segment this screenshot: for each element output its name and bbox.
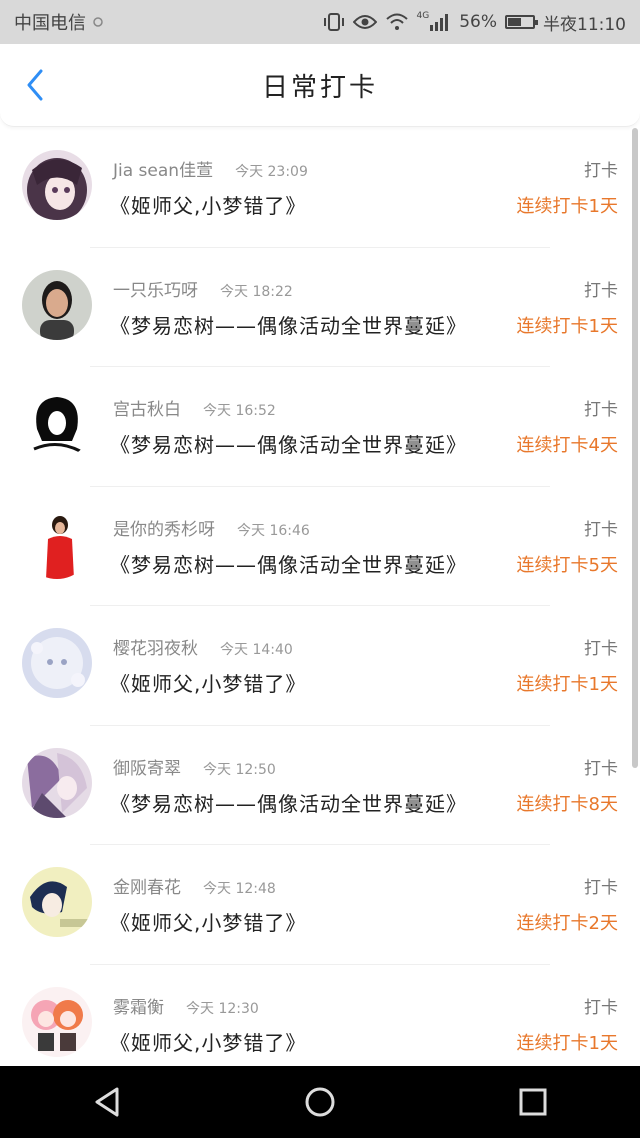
- user-name: 雾霜衡: [113, 997, 164, 1018]
- name-line: 雾霜衡 今天 12:30: [113, 993, 259, 1018]
- list-item[interactable]: 宫古秋白 今天 16:52 打卡 《梦易恋树——偶像活动全世界蔓延》 连续打卡4…: [0, 367, 640, 487]
- status-bar: 中国电信 4G 56% 半夜11:10: [0, 0, 640, 44]
- checkin-action-label: 打卡: [584, 639, 618, 659]
- book-title: 《梦易恋树——偶像活动全世界蔓延》: [110, 313, 467, 338]
- user-name: 御阪寄翠: [113, 758, 181, 779]
- checkin-action-label: 打卡: [584, 161, 618, 181]
- wifi-icon: [385, 13, 409, 31]
- checkin-action-label: 打卡: [584, 519, 618, 540]
- name-line: 金刚春花 今天 12:48: [113, 873, 276, 898]
- book-title: 《梦易恋树——偶像活动全世界蔓延》: [110, 433, 467, 457]
- nav-recents-button[interactable]: [503, 1072, 563, 1132]
- system-nav-bar: [0, 1066, 640, 1138]
- nav-back-button[interactable]: [77, 1072, 137, 1132]
- timestamp: 今天 14:40: [220, 642, 293, 658]
- notification-icon: [92, 16, 104, 28]
- timestamp: 今天 18:22: [220, 283, 293, 300]
- vibrate-icon: [323, 13, 345, 31]
- list-item[interactable]: 是你的秀杉呀 今天 16:46 打卡 《梦易恋树——偶像活动全世界蔓延》 连续打…: [0, 487, 640, 606]
- checkin-action-label: 打卡: [584, 280, 618, 301]
- avatar[interactable]: [22, 508, 92, 579]
- user-name: 一只乐巧呀: [113, 280, 198, 301]
- timestamp: 今天 23:09: [235, 164, 308, 180]
- name-line: 宫古秋白 今天 16:52: [113, 395, 276, 420]
- streak-label: 连续打卡4天: [516, 435, 618, 456]
- avatar[interactable]: [22, 389, 92, 459]
- streak-label: 连续打卡8天: [516, 793, 618, 815]
- list-item[interactable]: 一只乐巧呀 今天 18:22 打卡 《梦易恋树——偶像活动全世界蔓延》 连续打卡…: [0, 248, 640, 367]
- avatar[interactable]: [22, 867, 92, 937]
- user-name: 金刚春花: [113, 878, 181, 898]
- book-title: 《姬师父,小梦错了》: [110, 911, 307, 935]
- book-title: 《梦易恋树——偶像活动全世界蔓延》: [110, 791, 467, 816]
- checkin-action-label: 打卡: [584, 997, 618, 1018]
- user-name: Jia sean佳萱: [113, 161, 214, 181]
- battery-icon: [505, 15, 538, 29]
- streak-label: 连续打卡1天: [516, 1032, 618, 1054]
- avatar[interactable]: [22, 747, 92, 818]
- name-line: Jia sean佳萱 今天 23:09: [113, 156, 308, 181]
- name-line: 御阪寄翠 今天 12:50: [113, 754, 276, 779]
- streak-label: 连续打卡2天: [516, 913, 618, 934]
- nav-home-button[interactable]: [290, 1072, 350, 1132]
- avatar[interactable]: [22, 150, 92, 220]
- timestamp: 今天 16:46: [237, 522, 310, 539]
- triangle-back-icon: [95, 1087, 119, 1117]
- user-name: 樱花羽夜秋: [113, 639, 198, 659]
- list-item[interactable]: 金刚春花 今天 12:48 打卡 《姬师父,小梦错了》 连续打卡2天: [0, 845, 640, 965]
- avatar[interactable]: [22, 269, 92, 340]
- list-item[interactable]: 雾霜衡 今天 12:30 打卡 《姬师父,小梦错了》 连续打卡1天: [0, 965, 640, 1067]
- chevron-left-icon: [27, 69, 43, 101]
- back-button[interactable]: [18, 68, 52, 102]
- checkin-action-label: 打卡: [584, 400, 618, 420]
- carrier-label: 中国电信: [14, 13, 86, 34]
- list-item[interactable]: Jia sean佳萱 今天 23:09 打卡 《姬师父,小梦错了》 连续打卡1天: [0, 128, 640, 248]
- avatar[interactable]: [22, 986, 92, 1057]
- page-title: 日常打卡: [261, 72, 378, 103]
- checkin-action-label: 打卡: [584, 878, 618, 898]
- signal-icon: 4G: [416, 11, 452, 31]
- list-item[interactable]: 樱花羽夜秋 今天 14:40 打卡 《姬师父,小梦错了》 连续打卡1天: [0, 606, 640, 726]
- app-header: 日常打卡: [0, 44, 640, 127]
- streak-label: 连续打卡5天: [516, 554, 618, 576]
- checkin-list[interactable]: Jia sean佳萱 今天 23:09 打卡 《姬师父,小梦错了》 连续打卡1天…: [0, 128, 640, 1066]
- square-recents-icon: [519, 1088, 547, 1116]
- list-item[interactable]: 御阪寄翠 今天 12:50 打卡 《梦易恋树——偶像活动全世界蔓延》 连续打卡8…: [0, 726, 640, 845]
- eye-icon: [352, 14, 377, 30]
- book-title: 《梦易恋树——偶像活动全世界蔓延》: [110, 552, 467, 577]
- user-name: 宫古秋白: [113, 400, 181, 420]
- name-line: 樱花羽夜秋 今天 14:40: [113, 634, 293, 659]
- book-title: 《姬师父,小梦错了》: [110, 1030, 307, 1055]
- timestamp: 今天 12:50: [203, 761, 276, 778]
- timestamp: 今天 16:52: [203, 403, 276, 419]
- book-title: 《姬师父,小梦错了》: [110, 194, 307, 218]
- streak-label: 连续打卡1天: [516, 674, 618, 695]
- network-type-label: 4G: [416, 11, 430, 21]
- streak-label: 连续打卡1天: [516, 196, 618, 217]
- book-title: 《姬师父,小梦错了》: [110, 672, 307, 696]
- circle-home-icon: [305, 1087, 335, 1117]
- avatar[interactable]: [22, 628, 92, 698]
- clock: 半夜11:10: [543, 14, 626, 35]
- scrollbar[interactable]: [632, 128, 638, 768]
- timestamp: 今天 12:48: [203, 881, 276, 897]
- battery-percent: 56%: [459, 12, 497, 32]
- checkin-action-label: 打卡: [584, 758, 618, 779]
- name-line: 一只乐巧呀 今天 18:22: [113, 276, 293, 301]
- timestamp: 今天 12:30: [186, 1000, 259, 1017]
- name-line: 是你的秀杉呀 今天 16:46: [113, 515, 310, 540]
- user-name: 是你的秀杉呀: [113, 519, 215, 540]
- streak-label: 连续打卡1天: [516, 315, 618, 337]
